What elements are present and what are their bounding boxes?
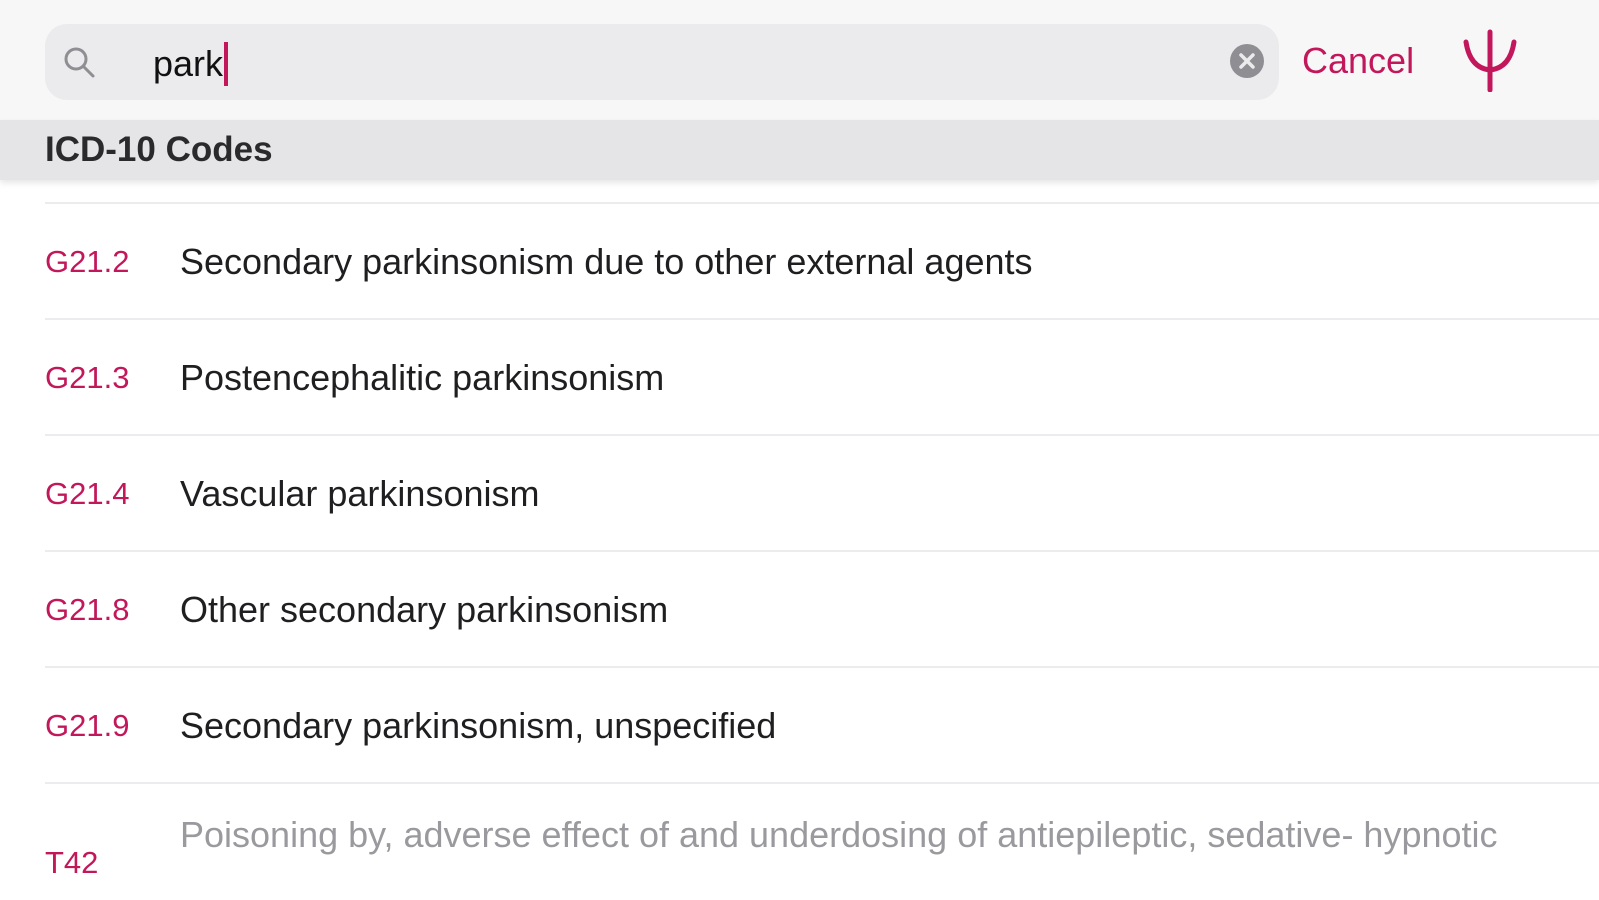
list-item[interactable]: T42 Poisoning by, adverse effect of and …	[0, 784, 1599, 900]
list-item[interactable]: G21.3 Postencephalitic parkinsonism	[0, 320, 1599, 436]
icd-description: Secondary parkinsonism due to other exte…	[180, 241, 1033, 282]
icd-code: G21.9	[45, 708, 130, 743]
list-item[interactable]: G21.2 Secondary parkinsonism due to othe…	[0, 204, 1599, 320]
list-item[interactable]: G21.4 Vascular parkinsonism	[0, 436, 1599, 552]
clear-icon[interactable]	[1230, 44, 1264, 78]
search-bar-container: park Cancel	[0, 0, 1599, 120]
icd-description: Vascular parkinsonism	[180, 473, 540, 514]
search-input[interactable]: park	[153, 42, 229, 86]
icd-description: Poisoning by, adverse effect of and unde…	[180, 814, 1498, 856]
psi-logo-icon[interactable]	[1462, 28, 1518, 92]
icd-description: Secondary parkinsonism, unspecified	[180, 705, 777, 746]
icd-description: Other secondary parkinsonism	[180, 589, 669, 630]
cancel-button[interactable]: Cancel	[1302, 40, 1414, 82]
icd-code: G21.8	[45, 592, 130, 627]
icd-code: G21.4	[45, 476, 130, 511]
search-field[interactable]: park	[45, 24, 1279, 100]
search-input-text: park	[153, 43, 224, 84]
search-icon	[64, 47, 95, 78]
section-title: ICD-10 Codes	[45, 130, 273, 169]
text-caret	[224, 42, 229, 86]
list-item[interactable]: G21.9 Secondary parkinsonism, unspecifie…	[0, 668, 1599, 784]
section-header: ICD-10 Codes	[0, 120, 1599, 180]
icd-code: G21.2	[45, 244, 130, 279]
icd-code: G21.3	[45, 360, 130, 395]
icd-description: Postencephalitic parkinsonism	[180, 357, 665, 398]
icd-code: T42	[45, 844, 99, 880]
list-item[interactable]: G21.8 Other secondary parkinsonism	[0, 552, 1599, 668]
